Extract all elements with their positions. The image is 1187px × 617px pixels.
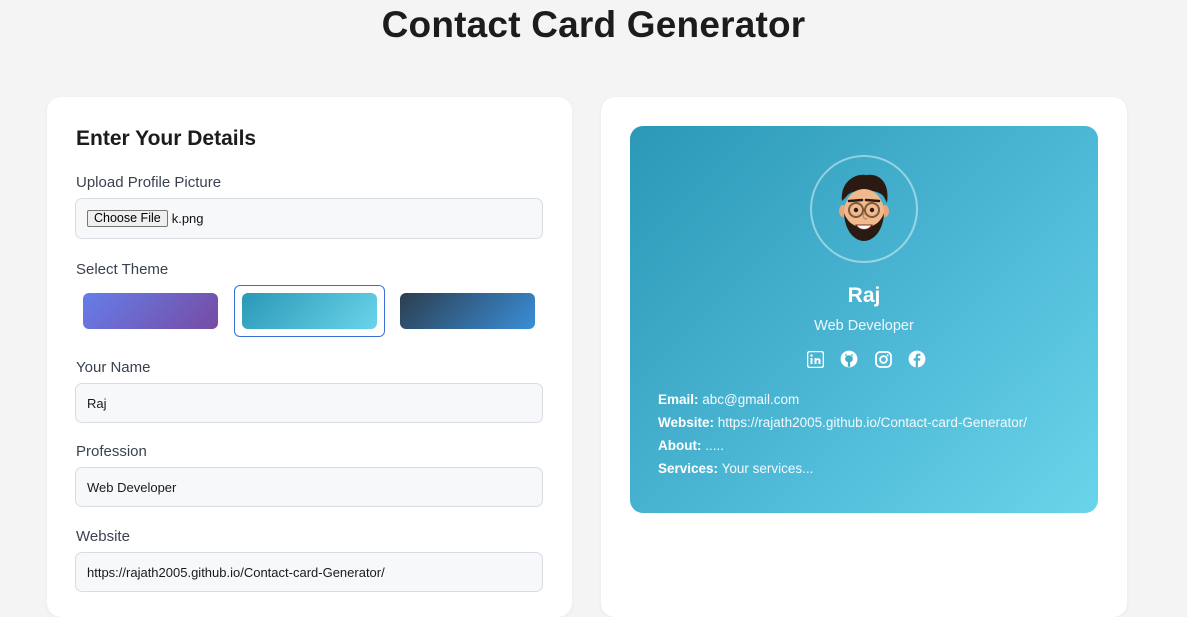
linkedin-icon[interactable] — [806, 350, 824, 368]
page-title: Contact Card Generator — [381, 4, 806, 45]
card-services: Your services... — [721, 461, 814, 476]
card-website: https://rajath2005.github.io/Contact-car… — [717, 415, 1027, 430]
name-label: Your Name — [76, 359, 151, 376]
profession-label: Profession — [76, 443, 147, 460]
profile-picture-upload[interactable]: Choose File k.png — [75, 198, 543, 239]
theme-label: Select Theme — [76, 261, 169, 278]
theme-option-navy[interactable] — [400, 293, 535, 329]
website-label: Website: — [658, 415, 715, 430]
facebook-icon[interactable] — [908, 350, 926, 368]
email-label: Email: — [658, 392, 699, 407]
card-website-line: Website: https://rajath2005.github.io/Co… — [658, 415, 1027, 430]
avatar-image — [839, 174, 889, 241]
card-about-line: About: ..... — [658, 438, 724, 453]
instagram-icon[interactable] — [874, 350, 892, 368]
card-about: ..... — [705, 438, 725, 453]
details-form-panel: Enter Your Details Upload Profile Pictur… — [47, 97, 572, 617]
social-links — [806, 348, 926, 370]
card-profession: Web Developer — [814, 318, 914, 334]
avatar — [810, 155, 918, 263]
about-label: About: — [658, 438, 702, 453]
services-label: Services: — [658, 461, 719, 476]
theme-option-teal[interactable] — [242, 293, 377, 329]
card-preview-panel: Raj Web Developer Email: abc@gmail.com W… — [601, 97, 1127, 617]
choose-file-button[interactable]: Choose File — [87, 210, 168, 227]
form-heading: Enter Your Details — [76, 127, 257, 150]
name-input[interactable] — [75, 383, 543, 423]
theme-option-purple[interactable] — [83, 293, 218, 329]
upload-label: Upload Profile Picture — [76, 174, 222, 191]
website-input[interactable] — [75, 552, 543, 592]
website-label: Website — [76, 528, 130, 545]
card-name: Raj — [847, 284, 881, 307]
selected-file-name: k.png — [171, 211, 204, 226]
card-services-line: Services: Your services... — [658, 461, 813, 476]
profession-input[interactable] — [75, 467, 543, 507]
card-email: abc@gmail.com — [702, 392, 800, 407]
github-icon[interactable] — [840, 350, 858, 368]
card-email-line: Email: abc@gmail.com — [658, 392, 799, 407]
contact-card: Raj Web Developer Email: abc@gmail.com W… — [630, 126, 1098, 513]
